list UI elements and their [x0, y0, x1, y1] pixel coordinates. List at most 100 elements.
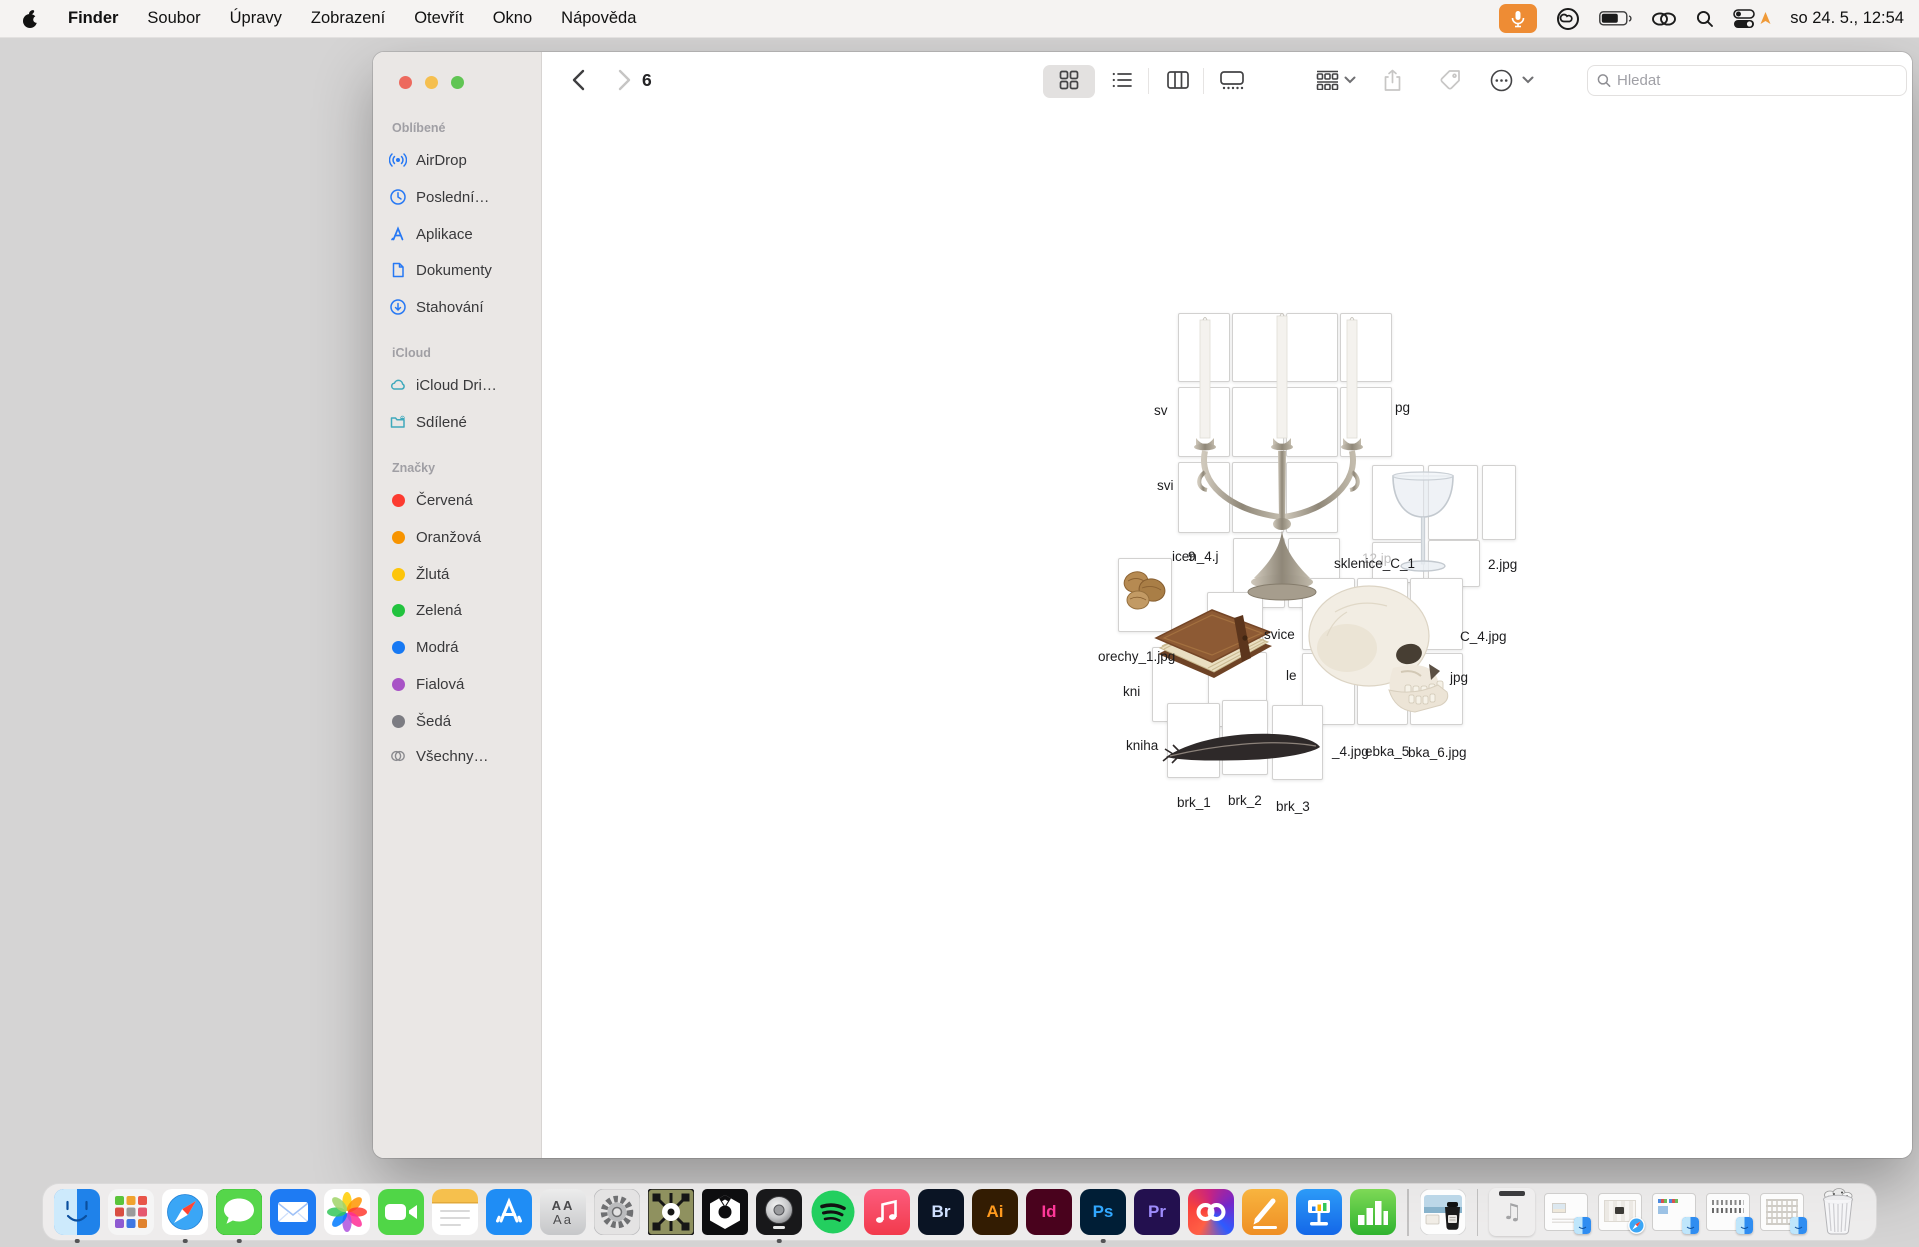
file-card-kniha[interactable] — [1207, 592, 1263, 650]
sidebar-item-stahovani[interactable]: Stahování — [389, 295, 484, 319]
minimized-finder-window[interactable] — [1544, 1193, 1588, 1231]
safari-dock-icon[interactable] — [162, 1189, 208, 1235]
file-label-lebka4[interactable]: _4.jpg — [1332, 744, 1369, 759]
menu-item-zobrazeni[interactable]: Zobrazení — [311, 9, 385, 28]
system-settings-dock-icon[interactable] — [594, 1189, 640, 1235]
spotify-dock-icon[interactable] — [810, 1189, 856, 1235]
keynote-dock-icon[interactable] — [1296, 1189, 1342, 1235]
file-card-lebka[interactable] — [1302, 578, 1355, 650]
minimized-safari-window[interactable] — [1598, 1193, 1642, 1231]
back-button[interactable] — [562, 52, 594, 108]
sidebar-item-tag-zelena[interactable]: Zelená — [389, 598, 462, 622]
file-card-sklenice[interactable] — [1372, 465, 1424, 540]
file-card-lebka[interactable] — [1357, 653, 1408, 725]
link-chain-status-icon[interactable] — [1651, 11, 1677, 27]
menu-item-okno[interactable]: Okno — [493, 9, 532, 28]
grid-view-button[interactable] — [1055, 52, 1083, 108]
creative-cloud-dock-icon[interactable] — [1188, 1189, 1234, 1235]
file-card-brk[interactable] — [1272, 705, 1323, 780]
gallery-view-button[interactable] — [1218, 52, 1246, 108]
trash-dock-icon[interactable] — [1813, 1189, 1863, 1235]
file-label-sklenice-c2[interactable]: 2.jpg — [1488, 557, 1517, 572]
group-by-chevron-icon[interactable] — [1341, 52, 1359, 108]
sidebar-item-dokumenty[interactable]: Dokumenty — [389, 258, 492, 282]
file-card-svicen-tile[interactable] — [1178, 387, 1230, 457]
file-card-svicen-tile[interactable] — [1286, 462, 1338, 533]
numbers-dock-icon[interactable] — [1350, 1189, 1396, 1235]
microphone-status-icon[interactable] — [1499, 4, 1537, 33]
launchpad-dock-icon[interactable] — [108, 1189, 154, 1235]
file-label-le[interactable]: le — [1286, 668, 1297, 683]
more-actions-chevron-icon[interactable] — [1519, 52, 1537, 108]
file-label-brk1[interactable]: brk_1 — [1177, 795, 1211, 810]
file-label-c4[interactable]: C_4.jpg — [1460, 629, 1507, 644]
file-label-jpg[interactable]: jpg — [1450, 670, 1468, 685]
sidebar-item-sdilene[interactable]: Sdílené — [389, 410, 467, 434]
music-document-dock-item[interactable]: ♫ — [1489, 1188, 1535, 1236]
file-card-svicen-tile[interactable] — [1286, 387, 1338, 457]
file-card-svicen-tile[interactable] — [1340, 313, 1392, 382]
sidebar-item-tag-fialova[interactable]: Fialová — [389, 672, 464, 696]
menu-bar-clock[interactable]: so 24. 5., 12:54 — [1790, 9, 1904, 28]
minimized-finder-window[interactable] — [1652, 1193, 1696, 1231]
sidebar-item-tag-zluta[interactable]: Žlutá — [389, 562, 449, 586]
close-window-button[interactable] — [399, 76, 412, 89]
minimized-finder-window[interactable] — [1760, 1193, 1804, 1231]
forward-button[interactable] — [608, 52, 640, 108]
file-label-orechy1[interactable]: orechy_1.jpg — [1098, 649, 1175, 664]
more-actions-button[interactable] — [1486, 52, 1516, 108]
menu-item-soubor[interactable]: Soubor — [147, 9, 200, 28]
file-label-brk3[interactable]: brk_3 — [1276, 799, 1310, 814]
file-label-brk2[interactable]: brk_2 — [1228, 793, 1262, 808]
tag-button[interactable] — [1435, 52, 1467, 108]
font-book-dock-icon[interactable]: AA Aa — [540, 1189, 586, 1235]
adobe-premiere-dock-icon[interactable]: Pr — [1134, 1189, 1180, 1235]
file-label-sv[interactable]: sv — [1154, 403, 1168, 418]
file-label-lebka6[interactable]: bka_6.jpg — [1408, 745, 1467, 760]
sidebar-item-tag-cervena[interactable]: Červená — [389, 488, 473, 512]
sidebar-item-tag-oranzova[interactable]: Oranžová — [389, 525, 481, 549]
file-card-brk[interactable] — [1222, 700, 1268, 775]
zoom-window-button[interactable] — [451, 76, 464, 89]
adobe-bridge-dock-icon[interactable]: Br — [918, 1189, 964, 1235]
share-button[interactable] — [1376, 52, 1408, 108]
file-card-lebka[interactable] — [1357, 578, 1408, 650]
dock-divider[interactable] — [1477, 1189, 1479, 1236]
file-card-lebka[interactable] — [1410, 653, 1463, 725]
ink-photo-app-dock-icon[interactable] — [1420, 1189, 1466, 1235]
file-card-brk[interactable] — [1167, 703, 1220, 778]
file-label-svi[interactable]: svi — [1157, 478, 1174, 493]
olive-utility-app-dock-icon[interactable] — [648, 1189, 694, 1235]
file-label-lebka5[interactable]: ebka_5 — [1365, 744, 1409, 759]
file-label-sklenice-c1[interactable]: sklenice_C_1 — [1334, 556, 1415, 571]
file-label-kniha[interactable]: kniha — [1126, 738, 1158, 753]
file-card-svicen-tile[interactable] — [1178, 313, 1230, 382]
file-card-sklenice[interactable] — [1482, 465, 1516, 540]
file-card-svicen-tile[interactable] — [1232, 387, 1284, 457]
black-hex-app-dock-icon[interactable] — [702, 1189, 748, 1235]
file-label-svicen9-overlap[interactable]: 9 — [1188, 549, 1196, 564]
search-input[interactable] — [1617, 72, 1897, 89]
photos-dock-icon[interactable] — [324, 1189, 370, 1235]
finder-dock-icon[interactable] — [54, 1189, 100, 1235]
messages-dock-icon[interactable] — [216, 1189, 262, 1235]
mail-dock-icon[interactable] — [270, 1189, 316, 1235]
creative-cloud-status-icon[interactable] — [1556, 7, 1580, 31]
sidebar-item-all-tags[interactable]: Všechny… — [389, 744, 489, 768]
file-label-pg[interactable]: pg — [1395, 400, 1410, 415]
apple-menu-icon[interactable] — [22, 9, 39, 29]
file-browser-content[interactable]: sv pg svi icen_4.j 9 12.jp sklenice_C_1 … — [542, 108, 1912, 1158]
control-center-icon[interactable] — [1733, 9, 1771, 29]
facetime-dock-icon[interactable] — [378, 1189, 424, 1235]
menu-item-upravy[interactable]: Úpravy — [230, 9, 282, 28]
file-card-svicen-tile[interactable] — [1232, 462, 1284, 533]
file-card-svicen-tile[interactable] — [1286, 313, 1338, 382]
sidebar-item-airdrop[interactable]: AirDrop — [389, 148, 467, 172]
adobe-illustrator-dock-icon[interactable]: Ai — [972, 1189, 1018, 1235]
group-by-button[interactable] — [1312, 52, 1342, 108]
adobe-indesign-dock-icon[interactable]: Id — [1026, 1189, 1072, 1235]
menu-item-napoveda[interactable]: Nápověda — [561, 9, 636, 28]
apple-music-dock-icon[interactable] — [864, 1189, 910, 1235]
file-label-kni[interactable]: kni — [1123, 684, 1140, 699]
file-card-orechy[interactable] — [1118, 558, 1172, 632]
